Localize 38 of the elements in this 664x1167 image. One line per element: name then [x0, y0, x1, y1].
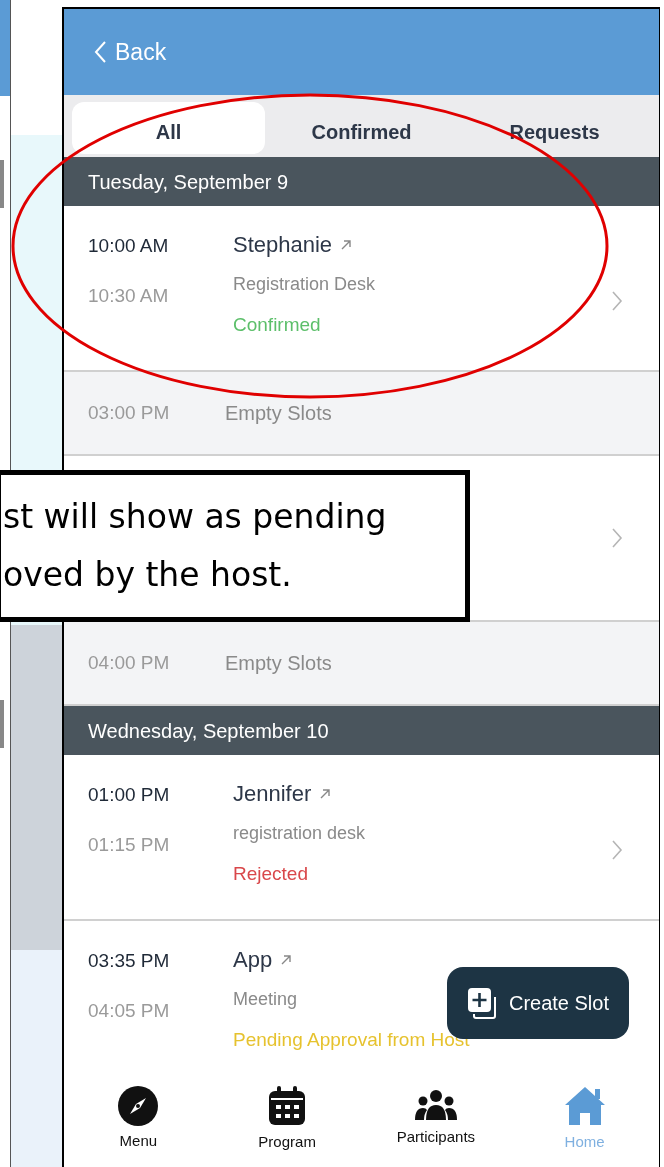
- external-link-icon: [319, 788, 332, 800]
- external-link-icon: [280, 954, 293, 966]
- tab[interactable]: Requests: [458, 102, 651, 154]
- start-time: 10:00 AM: [88, 234, 170, 258]
- slot-time: 03:00 PM: [88, 400, 171, 425]
- start-time: 01:00 PM: [88, 783, 171, 807]
- calendar-icon: [267, 1084, 308, 1127]
- nav-tab[interactable]: Program: [212, 1084, 362, 1154]
- compass-icon: [118, 1085, 159, 1126]
- end-time: 01:15 PM: [88, 832, 171, 857]
- empty-slots-label: Empty Slots: [225, 401, 332, 426]
- tab[interactable]: Confirmed: [265, 102, 458, 154]
- date-header: Wednesday, September 10: [64, 706, 659, 755]
- start-time: 03:35 PM: [88, 949, 171, 973]
- nav-tab[interactable]: Participants: [361, 1089, 511, 1149]
- end-time: 10:30 AM: [88, 283, 170, 308]
- chevron-right-icon: [611, 290, 623, 312]
- status-text: Confirmed: [233, 313, 321, 337]
- add-icon: [466, 987, 497, 1019]
- back-icon: [94, 40, 107, 64]
- participant-name: Jennifer: [233, 781, 312, 807]
- participant-name: Stephanie: [233, 232, 333, 258]
- slot-time: 04:00 PM: [88, 650, 171, 675]
- date-header: Tuesday, September 9: [64, 157, 659, 206]
- people-icon: [413, 1089, 458, 1122]
- location-text: Registration Desk: [233, 273, 376, 296]
- external-link-icon: [340, 239, 353, 251]
- empty-slots-label: Empty Slots: [225, 651, 332, 676]
- chevron-right-icon: [611, 527, 623, 549]
- location-text: registration desk: [233, 822, 366, 845]
- end-time: 04:05 PM: [88, 998, 171, 1023]
- participant-name: App: [233, 947, 273, 973]
- status-text: Rejected: [233, 862, 308, 886]
- chevron-right-icon: [611, 839, 623, 861]
- nav-tab[interactable]: Menu: [64, 1085, 213, 1153]
- callout-text: st will show as pending oved by the host.: [2, 496, 387, 596]
- tab[interactable]: All: [72, 102, 265, 154]
- location-text: Meeting: [233, 988, 298, 1011]
